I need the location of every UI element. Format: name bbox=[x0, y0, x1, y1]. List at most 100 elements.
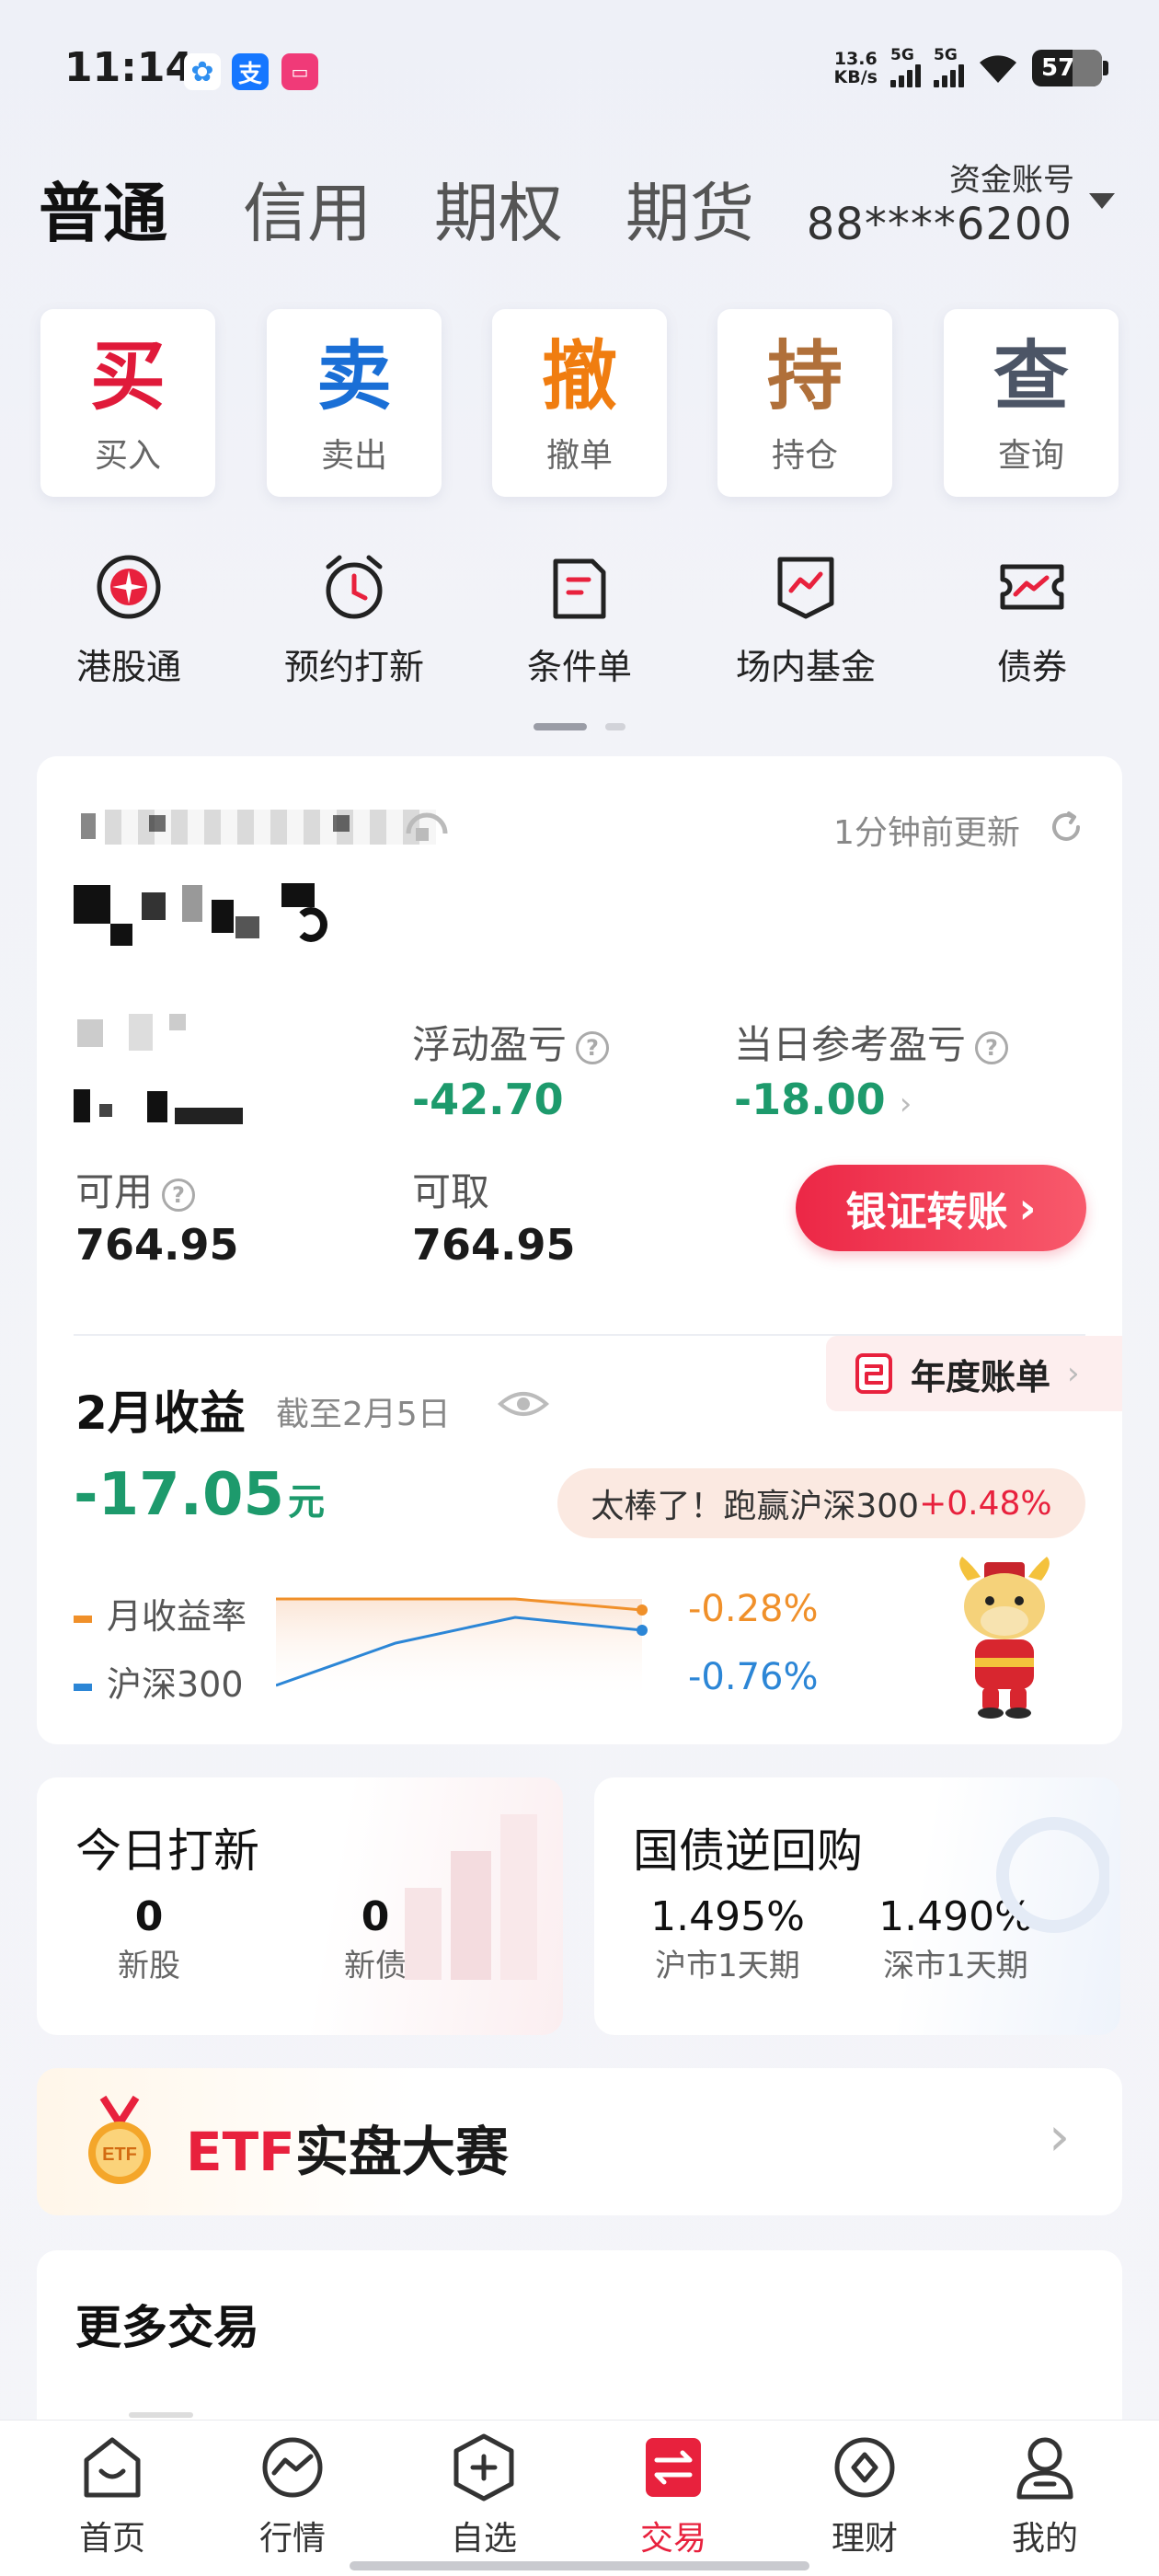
shortcut-condition-order[interactable]: 条件单 bbox=[478, 552, 681, 689]
bilibili-app-icon: ▭ bbox=[281, 53, 318, 90]
bank-transfer-button[interactable]: 银证转账 › bbox=[796, 1165, 1086, 1251]
return-comparison-chart bbox=[276, 1597, 648, 1702]
daily-pl-help-icon[interactable]: ? bbox=[975, 1030, 1009, 1064]
etf-medal-icon: ETF bbox=[88, 2096, 151, 2184]
hs300-point bbox=[637, 1625, 648, 1636]
legend-hs300: 沪深300 bbox=[74, 1656, 244, 1707]
monthly-title: 2月收益 bbox=[75, 1386, 246, 1440]
more-trading-title: 更多交易 bbox=[75, 2301, 259, 2354]
pager-dot-active bbox=[534, 723, 587, 730]
tab-futures[interactable]: 期货 bbox=[625, 162, 754, 255]
sell-button[interactable]: 卖 卖出 bbox=[267, 309, 442, 497]
account-dropdown-icon[interactable] bbox=[1089, 193, 1115, 209]
available-help-icon[interactable]: ? bbox=[162, 1178, 196, 1212]
account-label: 资金账号 bbox=[949, 162, 1074, 199]
alarm-clock-icon bbox=[326, 555, 383, 619]
ox-mascot-icon bbox=[959, 1557, 1050, 1719]
wifi-icon bbox=[980, 54, 1016, 83]
battery-icon: 57 bbox=[1032, 49, 1108, 86]
total-assets-redacted bbox=[74, 880, 350, 951]
shortcut-bond-label: 债券 bbox=[996, 647, 1067, 687]
cancel-glyph: 撤 bbox=[541, 333, 617, 420]
repo-title: 国债逆回购 bbox=[633, 1824, 863, 1878]
shortcut-hk-connect[interactable]: 港股通 bbox=[28, 552, 230, 689]
status-time: 11:14 bbox=[64, 44, 194, 91]
shortcut-hk-label: 港股通 bbox=[75, 647, 181, 687]
annual-bill-button[interactable]: 年度账单 › bbox=[826, 1336, 1122, 1411]
nav-watchlist[interactable]: 自选 bbox=[401, 2432, 567, 2559]
etf-contest-banner[interactable]: ETF ETF实盘大赛 › bbox=[37, 2068, 1122, 2215]
wallet-app-icon: ✿ bbox=[184, 53, 221, 90]
legend-monthly-swatch bbox=[74, 1615, 92, 1623]
chevron-right-icon: › bbox=[1067, 1355, 1080, 1392]
shortcut-ipo-reserve[interactable]: 预约打新 bbox=[253, 552, 455, 689]
shortcut-ipo-label: 预约打新 bbox=[283, 647, 424, 687]
network-speed: 13.6 KB/s bbox=[833, 48, 878, 87]
home-icon bbox=[84, 2437, 141, 2498]
tab-credit[interactable]: 信用 bbox=[243, 162, 372, 255]
tab-options[interactable]: 期权 bbox=[434, 162, 563, 255]
gesture-home-bar[interactable] bbox=[350, 2561, 809, 2570]
buy-glyph: 买 bbox=[89, 333, 166, 420]
shortcut-condition-label: 条件单 bbox=[526, 647, 632, 687]
sh-repo-rate: 1.495% bbox=[650, 1893, 805, 1940]
etf-banner-title: ETF实盘大赛 bbox=[186, 2121, 509, 2183]
reverse-repo-card[interactable]: 国债逆回购 1.495% 沪市1天期 1.490% 深市1天期 bbox=[594, 1777, 1120, 2035]
daily-pl-value: -18.00 bbox=[734, 1075, 886, 1124]
withdrawable-value: 764.95 bbox=[412, 1220, 576, 1270]
shortcut-exchange-fund[interactable]: 场内基金 bbox=[705, 552, 907, 689]
shortcut-bond[interactable]: 债券 bbox=[931, 552, 1133, 689]
tab-normal[interactable]: 普通 bbox=[39, 162, 167, 255]
floating-pl-label: 浮动盈亏? bbox=[412, 1014, 610, 1070]
legend-hs300-swatch bbox=[74, 1683, 92, 1691]
watchlist-icon bbox=[453, 2433, 514, 2501]
query-button[interactable]: 查 查询 bbox=[944, 309, 1119, 497]
repo-decor-icon bbox=[996, 1817, 1109, 1933]
buy-label: 买入 bbox=[94, 437, 161, 475]
status-indicators: 13.6 KB/s 5G 5G 57 bbox=[833, 48, 1108, 87]
signal-1-icon: 5G bbox=[890, 48, 921, 87]
query-label: 查询 bbox=[997, 437, 1064, 475]
buy-button[interactable]: 买 买入 bbox=[40, 309, 215, 497]
query-glyph: 查 bbox=[993, 333, 1069, 420]
ipo-title: 今日打新 bbox=[75, 1824, 259, 1878]
floating-pl-value: -42.70 bbox=[412, 1075, 564, 1124]
chevron-right-icon: › bbox=[899, 1086, 912, 1122]
account-number[interactable]: 88****6200 bbox=[807, 199, 1073, 250]
chevron-right-icon: › bbox=[1049, 2105, 1071, 2168]
eye-icon[interactable] bbox=[497, 1386, 550, 1422]
nav-profile[interactable]: 我的 bbox=[962, 2432, 1128, 2559]
positions-button[interactable]: 持 持仓 bbox=[717, 309, 892, 497]
nav-wealth[interactable]: 理财 bbox=[782, 2432, 947, 2559]
monthly-rate-point bbox=[637, 1604, 648, 1616]
condition-order-icon bbox=[553, 558, 606, 619]
floating-pl-help-icon[interactable]: ? bbox=[576, 1030, 610, 1064]
sell-glyph: 卖 bbox=[316, 333, 392, 420]
daily-pl-label: 当日参考盈亏? bbox=[734, 1014, 1009, 1070]
ipo-card[interactable]: 今日打新 0 新股 0 新债 bbox=[37, 1777, 563, 2035]
chevron-right-icon: › bbox=[1018, 1183, 1037, 1233]
hide-eye-icon[interactable] bbox=[405, 810, 449, 843]
beat-index-pill: 太棒了！跑赢沪深300 +0.48% bbox=[557, 1468, 1085, 1538]
trade-icon bbox=[646, 2438, 701, 2497]
legend-monthly: 月收益率 bbox=[74, 1588, 247, 1639]
etf-medal-text: ETF bbox=[102, 2145, 137, 2165]
asset-title-redacted bbox=[77, 806, 445, 848]
available-value: 764.95 bbox=[75, 1220, 239, 1270]
daily-pl-link[interactable]: -18.00 › bbox=[734, 1075, 912, 1124]
signal-2-icon: 5G bbox=[934, 48, 964, 87]
hs300-rate-value: -0.76% bbox=[688, 1656, 819, 1698]
market-value-redacted bbox=[74, 1012, 258, 1132]
cancel-order-button[interactable]: 撤 撤单 bbox=[492, 309, 667, 497]
more-trading-item-peek bbox=[129, 2412, 193, 2418]
hk-flower-icon bbox=[97, 555, 161, 619]
withdrawable-label: 可取 bbox=[412, 1169, 490, 1214]
refresh-icon[interactable] bbox=[1049, 810, 1084, 845]
nav-home[interactable]: 首页 bbox=[29, 2432, 195, 2559]
sh-repo-label: 沪市1天期 bbox=[655, 1948, 800, 1984]
monthly-as-of: 截至2月5日 bbox=[276, 1396, 451, 1433]
monthly-amount: -17.05 元 bbox=[74, 1461, 325, 1529]
nav-trade[interactable]: 交易 bbox=[591, 2432, 756, 2559]
nav-market[interactable]: 行情 bbox=[210, 2432, 375, 2559]
alipay-app-icon: 支 bbox=[232, 53, 269, 90]
